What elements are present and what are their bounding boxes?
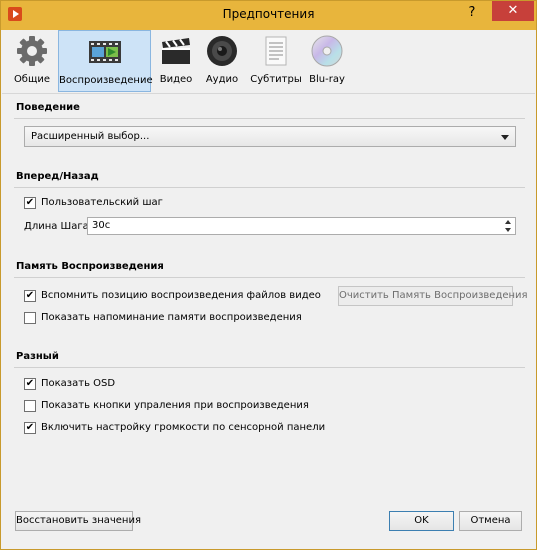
tab-playback-label: Воспроизведение <box>59 75 153 86</box>
filmstrip-icon <box>88 35 122 69</box>
section-divider <box>14 187 525 188</box>
section-memory-title: Память Воспроизведения <box>16 261 164 272</box>
step-length-value: 30с <box>92 220 111 231</box>
remember-position-checkbox[interactable]: ✔ <box>24 290 36 302</box>
gear-icon <box>15 34 49 68</box>
category-toolbar: Общие Воспроизведение Видео Аудио Субтит… <box>2 30 535 92</box>
tab-audio-label: Аудио <box>205 74 239 85</box>
step-length-spinbox[interactable]: 30с <box>87 217 516 235</box>
tab-bluray-label: Blu-ray <box>309 74 345 85</box>
window-title: Предпочтения <box>222 7 315 21</box>
cancel-button[interactable]: Отмена <box>459 511 522 531</box>
touch-volume-checkbox[interactable]: ✔ <box>24 422 36 434</box>
section-divider <box>14 367 525 368</box>
tab-subtitles-label: Субтитры <box>250 74 302 85</box>
show-osd-label: Показать OSD <box>41 378 116 389</box>
close-button[interactable]: ✕ <box>492 1 534 21</box>
section-seek-title: Вперед/Назад <box>16 171 99 182</box>
tab-bluray[interactable]: Blu-ray <box>307 30 347 92</box>
toolbar-divider <box>2 93 535 94</box>
title-bar: Предпочтения ? ✕ <box>1 1 536 30</box>
show-controls-label: Показать кнопки упраления при воспроизве… <box>41 400 309 411</box>
section-divider <box>14 277 525 278</box>
behavior-select-value: Расширенный выбор... <box>31 131 150 142</box>
document-icon <box>259 34 293 68</box>
restore-defaults-button[interactable]: Восстановить значения <box>15 511 141 531</box>
tab-video[interactable]: Видео <box>155 30 197 92</box>
tab-general-label: Общие <box>13 74 51 85</box>
disc-icon <box>310 34 344 68</box>
clear-memory-button[interactable]: Очистить Память Воспроизведения <box>338 286 528 306</box>
touch-volume-label: Включить настройку громкости по сенсорно… <box>41 422 326 433</box>
step-length-label: Длина Шага: <box>24 221 93 232</box>
section-misc-title: Разный <box>16 351 59 362</box>
section-behavior-title: Поведение <box>16 102 80 113</box>
tab-playback[interactable]: Воспроизведение <box>58 30 153 92</box>
chevron-down-icon <box>501 135 509 140</box>
remember-position-label: Вспомнить позицию воспроизведения файлов… <box>41 290 321 301</box>
preferences-window: Предпочтения ? ✕ Общие Воспроизведение В… <box>0 0 537 550</box>
spin-down-icon[interactable] <box>505 228 511 232</box>
clapperboard-icon <box>159 34 193 68</box>
custom-step-checkbox[interactable]: ✔ <box>24 197 36 209</box>
show-osd-checkbox[interactable]: ✔ <box>24 378 36 390</box>
spin-up-icon[interactable] <box>505 220 511 224</box>
help-button[interactable]: ? <box>460 3 484 23</box>
memory-reminder-label: Показать напоминание памяти воспроизведе… <box>41 312 302 323</box>
behavior-select[interactable]: Расширенный выбор... <box>24 126 516 147</box>
ok-button[interactable]: OK <box>389 511 454 531</box>
speaker-icon <box>205 34 239 68</box>
tab-general[interactable]: Общие <box>8 30 56 92</box>
tab-video-label: Видео <box>159 74 193 85</box>
custom-step-label: Пользовательский шаг <box>41 197 163 208</box>
spin-buttons[interactable] <box>503 219 514 233</box>
show-controls-checkbox[interactable] <box>24 400 36 412</box>
tab-audio[interactable]: Аудио <box>202 30 242 92</box>
section-divider <box>14 118 525 119</box>
memory-reminder-checkbox[interactable] <box>24 312 36 324</box>
tab-subtitles[interactable]: Субтитры <box>247 30 305 92</box>
